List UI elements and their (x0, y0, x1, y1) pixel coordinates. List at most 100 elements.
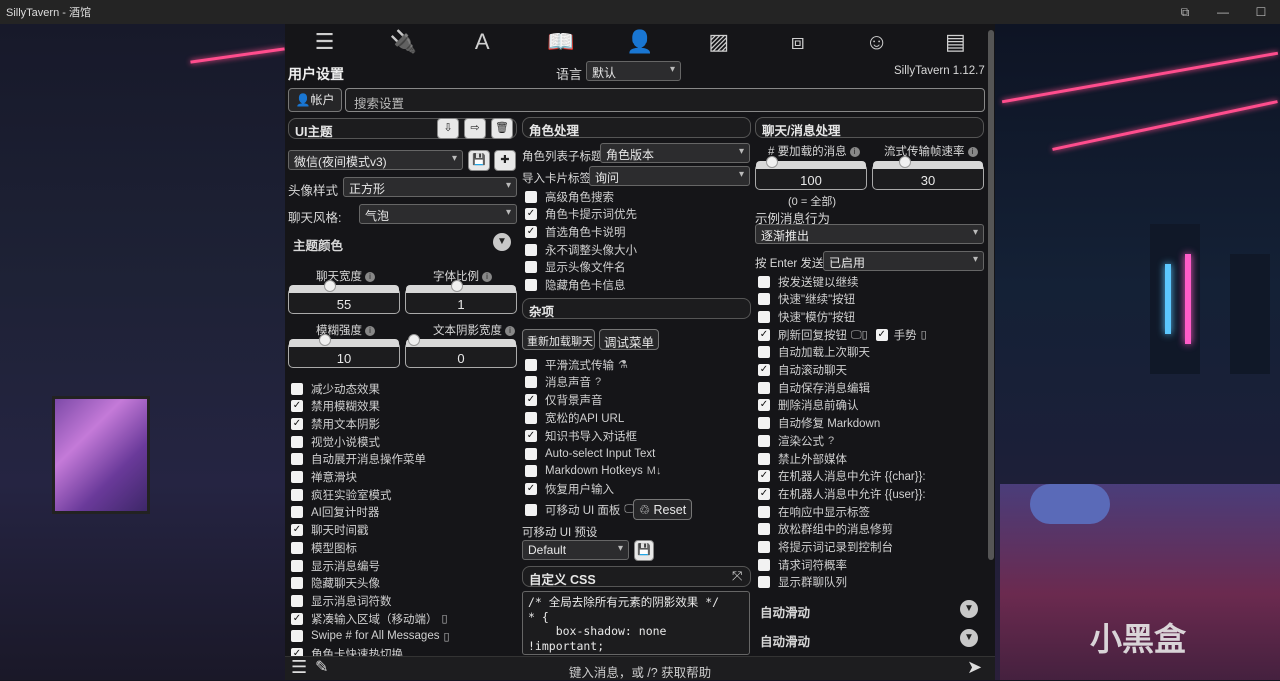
import-theme-icon[interactable]: ⇩ (437, 118, 459, 139)
slider-input[interactable]: 55 (288, 280, 400, 314)
checkbox[interactable]: ✓ (758, 470, 770, 483)
messages-to-load-input[interactable]: 100 (755, 156, 867, 190)
char-option-row[interactable]: 隐藏角色卡信息 (525, 277, 626, 294)
ui-option-row[interactable]: 隐藏聊天头像 (291, 575, 380, 592)
ui-option-row[interactable]: 疯狂实验室模式 (291, 486, 392, 503)
slider-handle[interactable] (408, 334, 420, 346)
checkbox[interactable] (525, 447, 537, 460)
checkbox[interactable] (291, 559, 303, 572)
checkbox[interactable] (291, 630, 303, 643)
misc-option-row[interactable]: 消息声音? (525, 374, 601, 391)
chat-option-row[interactable]: 快速"继续"按钮 (758, 291, 855, 308)
movable-ui-row[interactable]: 可移动 UI 面板 🖵 (525, 501, 635, 518)
chat-option-row[interactable]: 按发送键以继续 (758, 273, 859, 290)
slider-input[interactable]: 0 (405, 334, 517, 368)
checkbox[interactable] (758, 381, 770, 394)
save-theme-icon[interactable]: 💾 (468, 150, 490, 171)
panel-scrollbar[interactable] (988, 30, 994, 560)
checkbox[interactable] (291, 594, 303, 607)
checkbox[interactable] (758, 576, 770, 589)
chevron-down-icon[interactable]: ▼ (493, 233, 511, 251)
save-preset-icon[interactable]: 💾 (634, 540, 654, 561)
custom-css-textarea[interactable]: /* 全局去除所有元素的阴影效果 */ * { box-shadow: none… (522, 591, 750, 655)
slider-input[interactable]: 1 (405, 280, 517, 314)
chat-option-row[interactable]: ✓ 自动滚动聊天 (758, 362, 847, 379)
ui-option-row[interactable]: 减少动态效果 (291, 380, 380, 397)
chevron-down-icon[interactable]: ▼ (960, 629, 978, 647)
image-icon[interactable]: ▨ (699, 27, 739, 57)
slider-input[interactable]: 10 (288, 334, 400, 368)
checkbox[interactable]: ✓ (291, 524, 303, 537)
char-option-row[interactable]: 永不调整头像大小 (525, 241, 637, 258)
example-messages-select[interactable]: 逐渐推出 (755, 224, 984, 244)
checkbox[interactable] (291, 541, 303, 554)
checkbox[interactable] (525, 279, 537, 291)
checkbox[interactable] (758, 275, 770, 288)
checkbox[interactable] (525, 261, 537, 274)
send-icon[interactable]: ➤ (967, 657, 982, 678)
misc-option-row[interactable]: ✓ 仅背景声音 (525, 392, 603, 409)
chat-option-row[interactable]: ✓ 在机器人消息中允许 {{user}}: (758, 485, 926, 502)
ui-option-row[interactable]: ✓ 禁用文本阴影 (291, 415, 380, 432)
checkbox[interactable]: ✓ (758, 487, 770, 500)
ui-option-row[interactable]: 模型图标 (291, 539, 357, 556)
checkbox[interactable] (758, 346, 770, 359)
gesture-checkbox[interactable]: ✓ (875, 328, 888, 341)
search-settings-input[interactable]: 搜索设置 (345, 88, 985, 112)
book-icon[interactable]: 📖 (541, 27, 581, 57)
char-option-row[interactable]: ✓ 首选角色卡说明 (525, 223, 626, 240)
checkbox[interactable]: ✓ (525, 483, 537, 496)
chat-option-row[interactable]: 请求词符概率 (758, 556, 847, 573)
chat-option-row[interactable]: 自动保存消息编辑 (758, 379, 870, 396)
ui-option-row[interactable]: ✓ 聊天时间戳 (291, 522, 369, 539)
movable-preset-select[interactable]: Default (522, 540, 629, 560)
checkbox[interactable]: ✓ (758, 399, 770, 412)
char-option-row[interactable]: ✓ 角色卡提示词优先 (525, 206, 637, 223)
new-theme-icon[interactable]: ✚ (494, 150, 516, 171)
delete-theme-icon[interactable]: 🗑 (491, 118, 513, 139)
reset-ui-button[interactable]: ♲ Reset (633, 499, 692, 520)
language-select[interactable]: 默认 (586, 61, 681, 81)
misc-option-row[interactable]: ✓ 恢复用户输入 (525, 481, 614, 498)
chat-option-row[interactable]: 自动加载上次聊天 (758, 344, 870, 361)
checkbox[interactable]: ✓ (291, 400, 303, 413)
misc-option-row[interactable]: ✓ 知识书导入对话框 (525, 427, 637, 444)
avatar-style-select[interactable]: 正方形 (343, 177, 517, 197)
misc-option-row[interactable]: Auto-select Input Text (525, 445, 655, 462)
plug-icon[interactable]: 🔌 (383, 27, 423, 57)
user-gear-icon[interactable]: 👤 (620, 27, 660, 57)
checkbox[interactable] (291, 435, 303, 448)
ui-option-row[interactable]: 视觉小说模式 (291, 433, 380, 450)
slider-handle[interactable] (451, 280, 463, 292)
theme-select[interactable]: 微信(夜间模式v3) (288, 150, 463, 170)
checkbox[interactable] (758, 505, 770, 518)
chat-option-row[interactable]: ✓ 删除消息前确认 (758, 397, 859, 414)
chat-option-row[interactable]: 显示群聊队列 (758, 574, 847, 591)
chevron-down-icon[interactable]: ▼ (960, 600, 978, 618)
checkbox[interactable]: ✓ (525, 429, 537, 442)
chat-option-row[interactable]: 在响应中显示标签 (758, 503, 870, 520)
checkbox[interactable] (758, 310, 770, 323)
ui-option-row[interactable]: AI回复计时器 (291, 504, 379, 521)
checkbox[interactable] (291, 488, 303, 501)
font-icon[interactable]: A (462, 27, 502, 57)
misc-option-row[interactable]: 平滑流式传输 ⚗ (525, 356, 628, 373)
expand-icon[interactable]: ⤧ (732, 568, 742, 584)
chat-option-row[interactable]: 禁止外部媒体 (758, 450, 847, 467)
ui-option-row[interactable]: 禅意滑块 (291, 469, 357, 486)
checkbox[interactable]: ✓ (291, 612, 303, 625)
ui-option-row[interactable]: 显示消息编号 (291, 557, 380, 574)
cubes-icon[interactable]: ⧈ (778, 27, 818, 57)
checkbox[interactable]: ✓ (758, 328, 770, 341)
chat-style-select[interactable]: 气泡 (359, 204, 517, 224)
chat-option-row[interactable]: ✓ 在机器人消息中允许 {{char}}: (758, 468, 926, 485)
checkbox[interactable] (525, 243, 537, 256)
checkbox[interactable] (758, 541, 770, 553)
checkbox[interactable] (291, 577, 303, 590)
stream-fps-input[interactable]: 30 (872, 156, 984, 190)
checkbox[interactable] (525, 411, 537, 424)
chat-option-row[interactable]: 将提示词记录到控制台 (758, 539, 893, 556)
char-option-row[interactable]: 高级角色搜索 (525, 188, 614, 205)
checkbox[interactable]: ✓ (525, 208, 537, 221)
misc-option-row[interactable]: Markdown Hotkeys M↓ (525, 463, 661, 480)
